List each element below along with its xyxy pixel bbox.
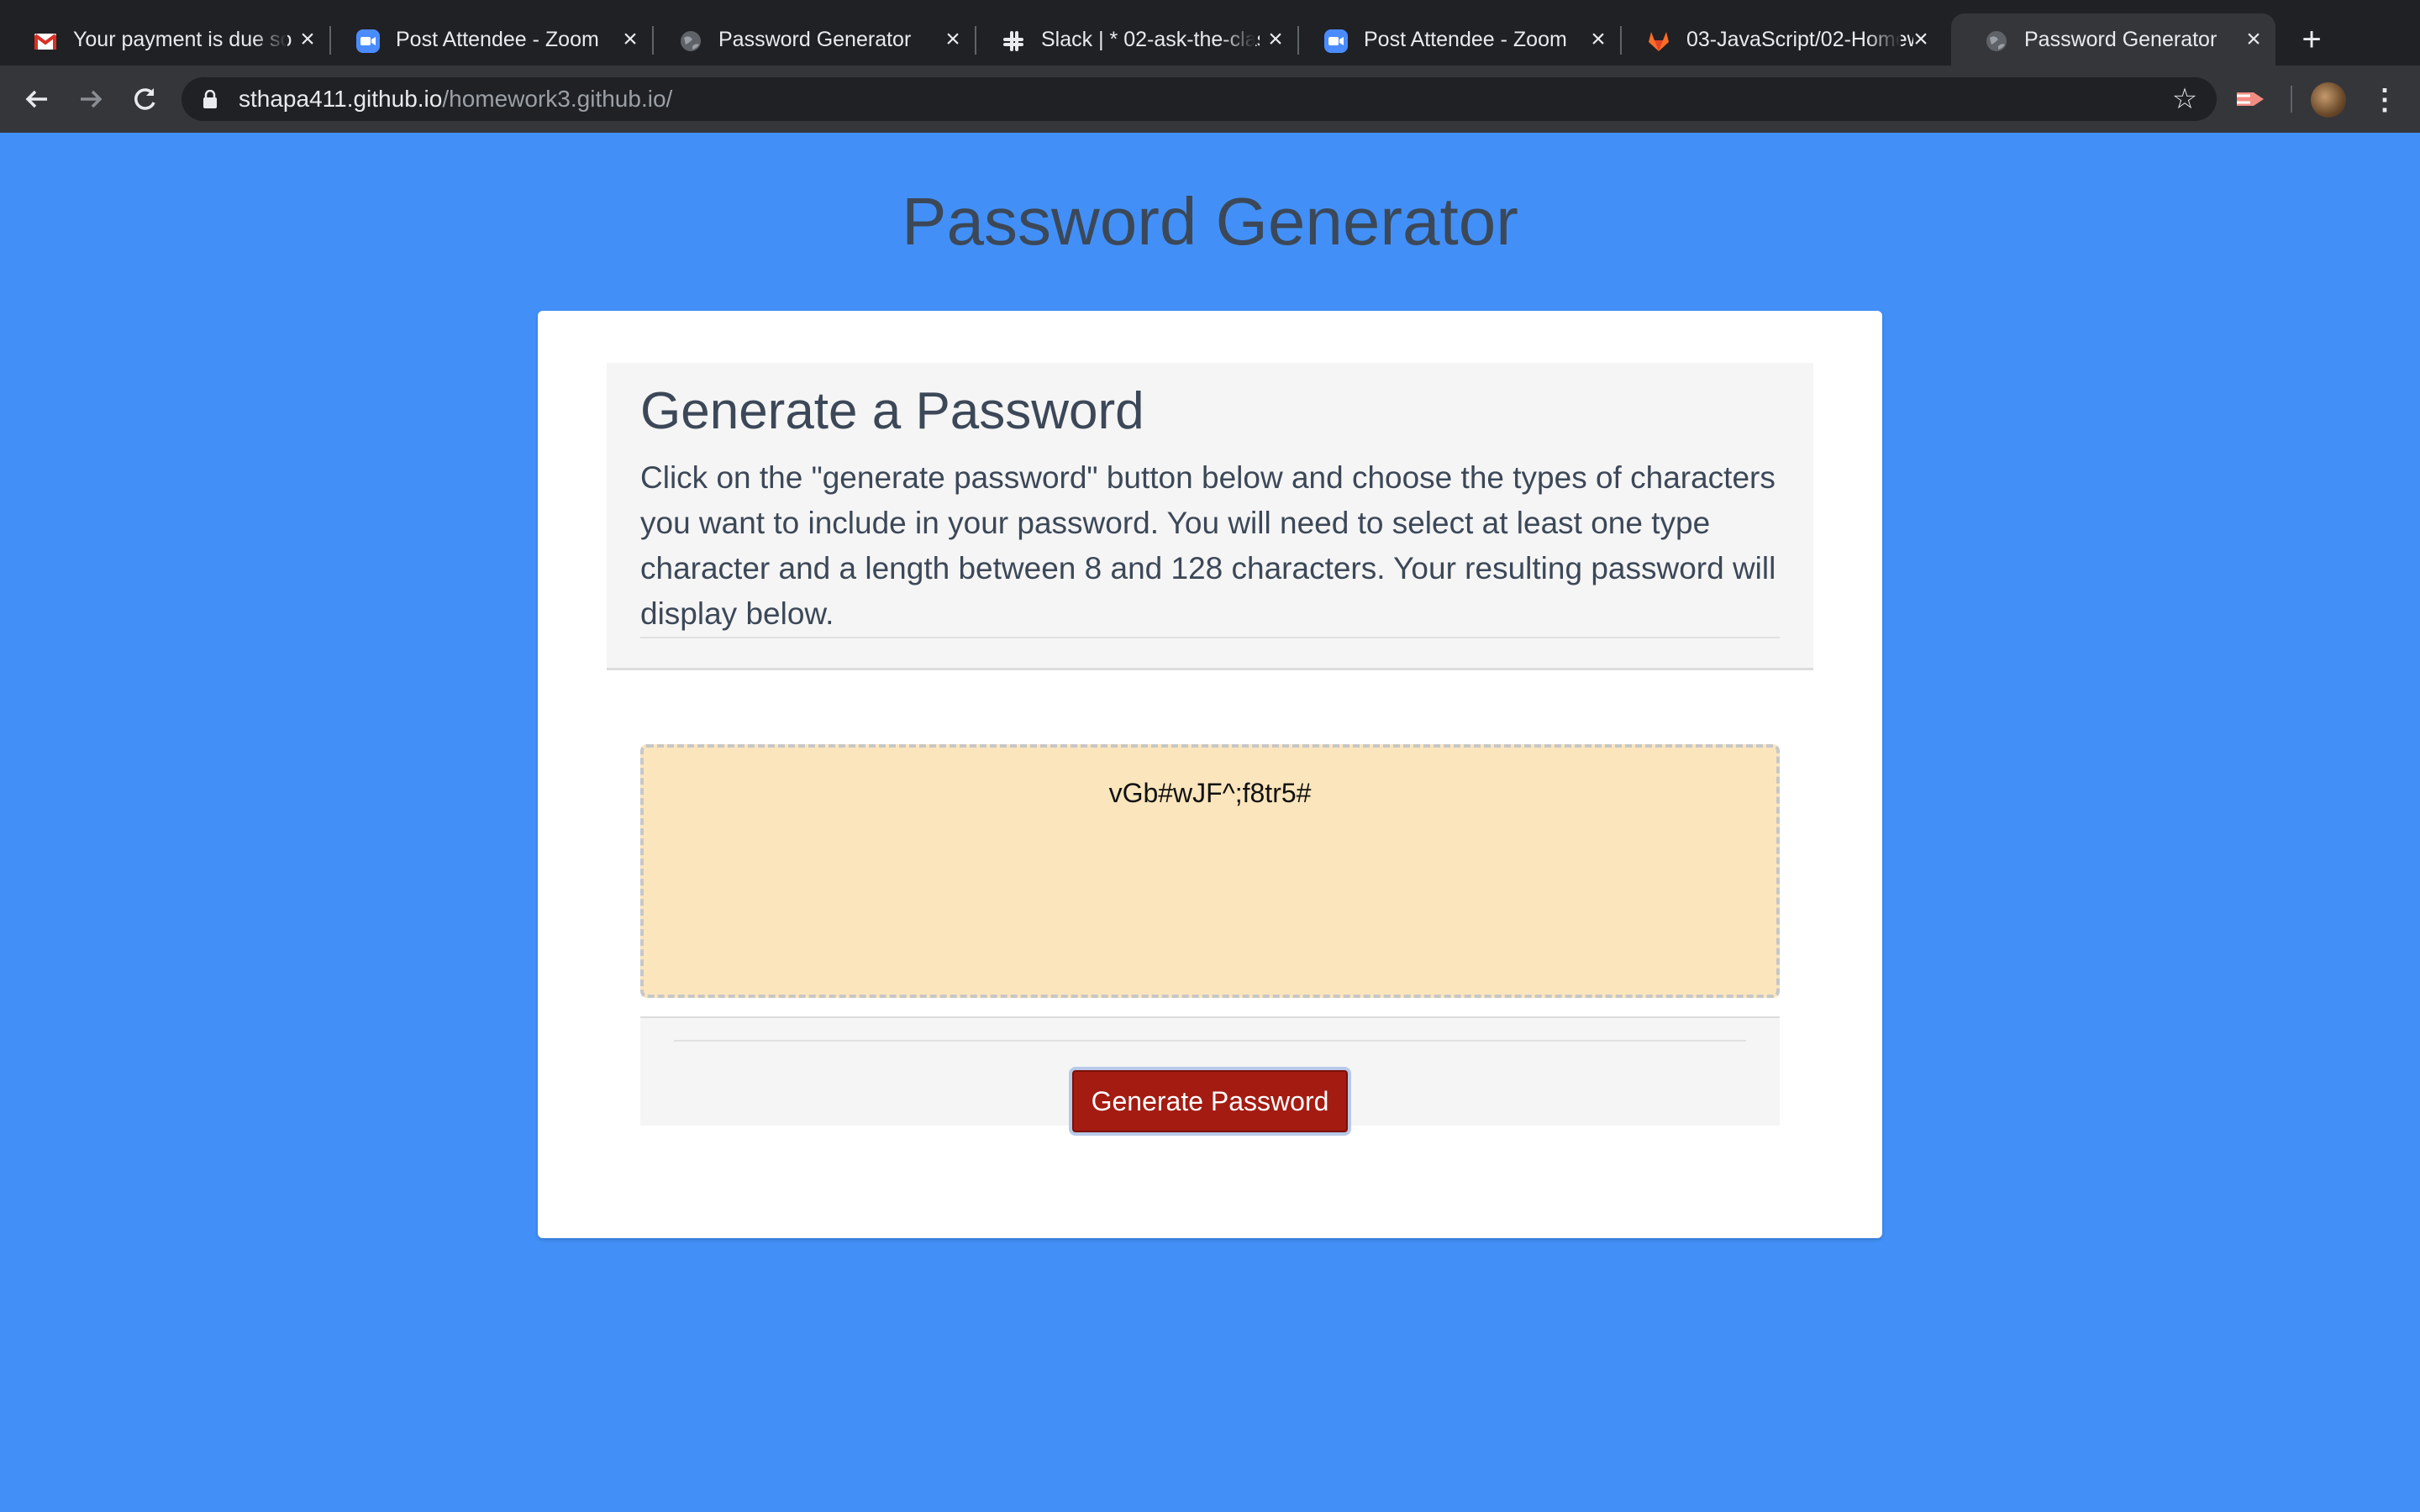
slack-icon xyxy=(1003,31,1023,51)
close-icon[interactable]: × xyxy=(620,27,640,52)
browser-toolbar: sthapa411.github.io/homework3.github.io/… xyxy=(0,66,2420,133)
tab-title: Password Generator xyxy=(2024,28,2217,51)
generate-password-button[interactable]: Generate Password xyxy=(1069,1067,1351,1136)
tab-title: Post Attendee - Zoom xyxy=(1364,28,1567,51)
tab-strip: Your payment is due soon × Post Attendee… xyxy=(0,0,2420,66)
profile-avatar[interactable] xyxy=(2311,82,2346,118)
zoom-icon xyxy=(1324,29,1348,53)
tab-gmail[interactable]: Your payment is due soon × xyxy=(0,13,331,66)
back-button[interactable] xyxy=(20,82,54,116)
close-icon[interactable]: × xyxy=(1265,27,1286,52)
url-text: sthapa411.github.io/homework3.github.io/ xyxy=(239,77,672,121)
url-path: /homework3.github.io/ xyxy=(442,86,673,112)
globe-icon xyxy=(1986,31,2007,51)
globe-icon xyxy=(681,31,701,51)
card-heading: Generate a Password xyxy=(640,382,1144,440)
more-menu-icon[interactable]: ⋮ xyxy=(2370,82,2400,118)
bookmark-star-icon[interactable]: ☆ xyxy=(2170,84,2200,114)
zoom-icon xyxy=(356,29,380,53)
gmail-icon xyxy=(34,34,57,50)
password-text: vGb#wJF^;f8tr5# xyxy=(1108,778,1312,808)
arrow-right-icon xyxy=(81,90,103,108)
tab-password-generator[interactable]: Password Generator × xyxy=(645,13,976,66)
reload-icon xyxy=(134,88,155,110)
tab-zoom-2[interactable]: Post Attendee - Zoom × xyxy=(1291,13,1622,66)
password-output[interactable]: vGb#wJF^;f8tr5# xyxy=(640,744,1780,998)
password-card: Generate a Password Click on the "genera… xyxy=(538,311,1882,1238)
arrow-left-icon xyxy=(25,90,47,108)
tab-slack[interactable]: Slack | * 02-ask-the-class × xyxy=(968,13,1299,66)
gitlab-icon xyxy=(1649,32,1669,51)
divider xyxy=(674,1040,1746,1042)
lock-icon xyxy=(203,90,217,108)
reload-button[interactable] xyxy=(128,82,161,116)
tab-gitlab[interactable]: 03-JavaScript/02-Homework × xyxy=(1613,13,1943,66)
close-icon[interactable]: × xyxy=(2244,27,2264,52)
tab-password-generator-active[interactable]: Password Generator × xyxy=(1951,13,2275,66)
close-icon[interactable]: × xyxy=(943,27,963,52)
card-header: Generate a Password Click on the "genera… xyxy=(607,363,1813,670)
address-bar[interactable]: sthapa411.github.io/homework3.github.io/… xyxy=(182,77,2217,121)
divider xyxy=(640,637,1780,638)
close-icon[interactable]: × xyxy=(1911,27,1931,52)
tab-title: Post Attendee - Zoom xyxy=(396,28,599,51)
close-icon[interactable]: × xyxy=(1588,27,1608,52)
tab-zoom-1[interactable]: Post Attendee - Zoom × xyxy=(323,13,654,66)
page-title: Password Generator xyxy=(902,184,1518,259)
new-tab-button[interactable]: + xyxy=(2297,23,2326,56)
card-description: Click on the "generate password" button … xyxy=(640,460,1776,631)
close-icon[interactable]: × xyxy=(297,27,318,52)
tab-title: Password Generator xyxy=(718,28,912,51)
card-footer: Generate Password xyxy=(640,1016,1780,1136)
forward-button[interactable] xyxy=(74,82,108,116)
url-host: sthapa411.github.io xyxy=(239,86,443,112)
extension-icon[interactable] xyxy=(2235,87,2265,111)
